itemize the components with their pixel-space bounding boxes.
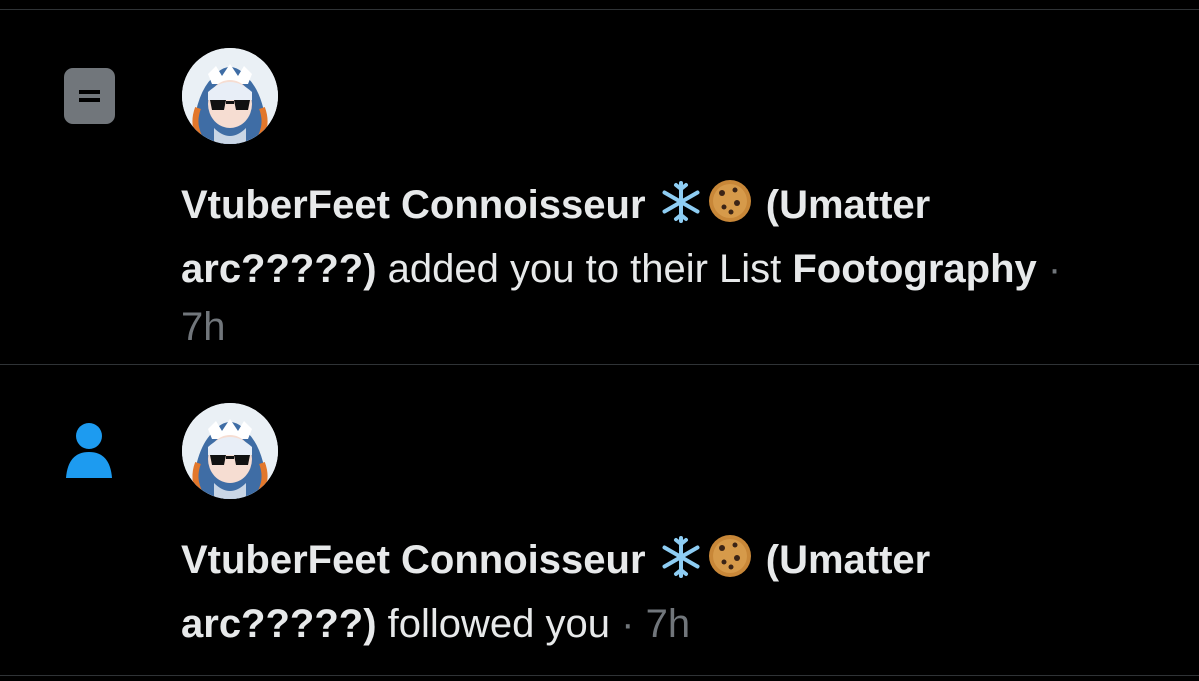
list-name-link[interactable]: Footography [792, 247, 1036, 291]
list-icon [64, 68, 115, 129]
cookie-icon [707, 533, 753, 595]
person-icon [66, 422, 112, 485]
timestamp[interactable]: 7h [646, 602, 691, 646]
action-text: added you to their List [376, 247, 793, 291]
cookie-icon [707, 178, 753, 240]
snowflake-icon [659, 180, 703, 240]
follow-notification[interactable]: VtuberFeet Connoisseur (Umatter arc?????… [0, 365, 1199, 675]
notification-text: VtuberFeet Connoisseur (Umatter arc?????… [181, 176, 1161, 356]
bottom-divider [0, 675, 1199, 676]
snowflake-icon [659, 535, 703, 595]
separator-dot: · [610, 602, 646, 646]
timestamp[interactable]: 7h [181, 305, 226, 349]
avatar-image[interactable] [182, 403, 278, 499]
list-added-notification[interactable]: VtuberFeet Connoisseur (Umatter arc?????… [0, 10, 1199, 364]
avatar-image[interactable] [182, 48, 278, 144]
separator-dot: · [1036, 247, 1062, 291]
notification-text: VtuberFeet Connoisseur (Umatter arc?????… [181, 531, 1161, 653]
action-text: followed you [376, 602, 611, 646]
